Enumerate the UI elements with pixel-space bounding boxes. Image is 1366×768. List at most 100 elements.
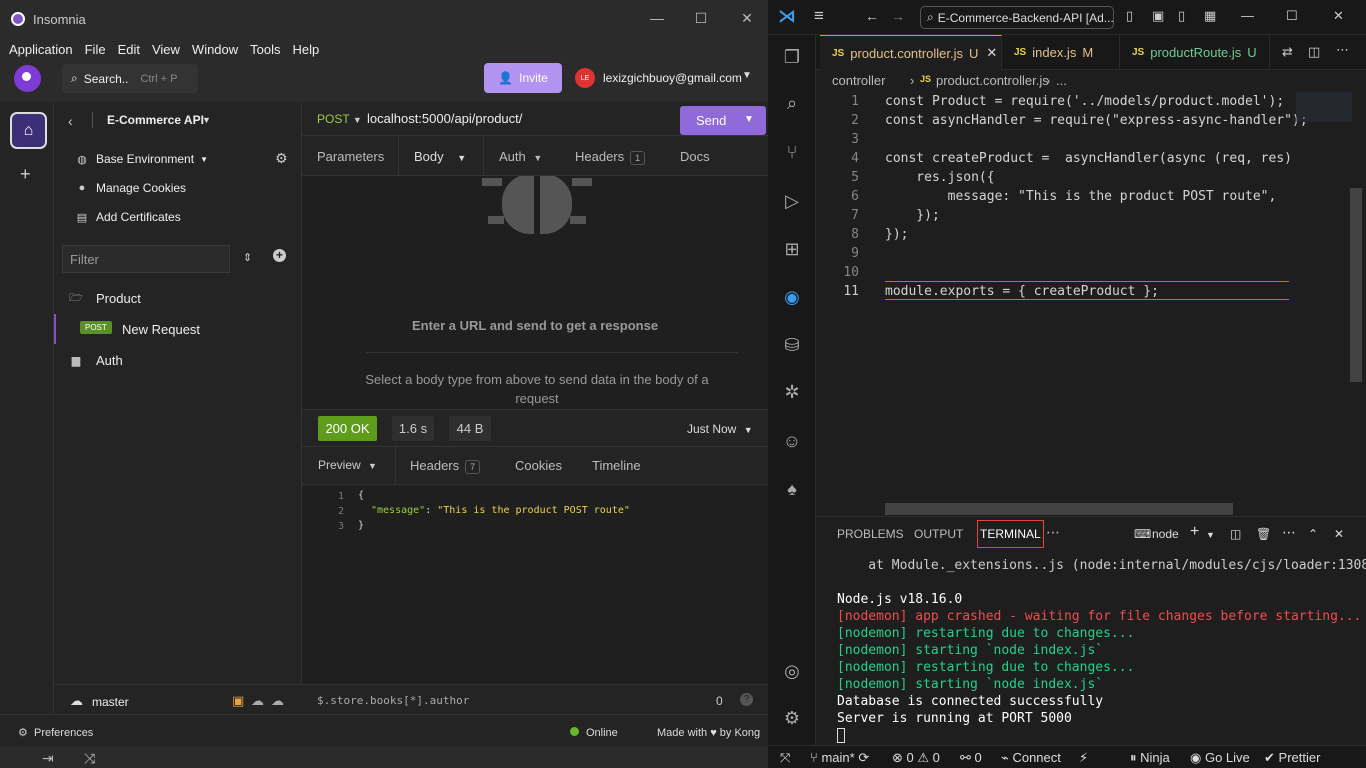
minimap[interactable] — [1296, 92, 1352, 122]
database-icon[interactable]: ⛁ — [780, 335, 804, 359]
customize-layout-icon[interactable]: ▦ — [1204, 8, 1216, 24]
help-icon[interactable]: ? — [740, 693, 753, 706]
terminal-shell-name[interactable]: node — [1152, 527, 1179, 541]
toggle-panel-icon[interactable]: ▣ — [1152, 8, 1164, 24]
back-icon[interactable]: ← — [865, 8, 879, 24]
user-email[interactable]: lexizgichbuoy@gmail.com — [603, 71, 742, 85]
gear-icon[interactable]: ⚙ — [780, 708, 804, 732]
chevron-down-icon[interactable]: ▼ — [202, 115, 211, 125]
send-button[interactable]: Send ▼ — [680, 106, 766, 135]
history-dropdown[interactable]: Just Now ▼ — [687, 422, 753, 436]
add-circle-icon[interactable]: + — [273, 249, 286, 262]
tab-preview[interactable]: Preview ▼ — [318, 458, 377, 472]
menu-icon[interactable]: ≡ — [814, 6, 824, 26]
shuffle-icon[interactable]: ⤨ — [84, 750, 95, 767]
ports-status[interactable]: ⚯ 0 — [960, 750, 982, 766]
maximize-panel-icon[interactable]: ⌃ — [1308, 527, 1318, 541]
extensions-icon[interactable]: ⊞ — [780, 239, 804, 263]
avatar[interactable]: LE — [575, 68, 595, 88]
back-icon[interactable]: ‹ — [68, 113, 73, 129]
check-icon[interactable]: ⚡ — [1079, 750, 1088, 766]
split-editor-icon[interactable]: ◫ — [1308, 44, 1320, 60]
request-item[interactable]: POST New Request — [54, 314, 301, 344]
close-icon[interactable]: ✕ — [986, 45, 997, 61]
problems-status[interactable]: ⊗ 0 ⚠ 0 — [892, 750, 940, 766]
search-icon[interactable]: ⌕ — [780, 93, 804, 117]
breadcrumb-file[interactable]: product.controller.js — [936, 73, 1049, 88]
invite-button[interactable]: 👤 Invite — [484, 63, 562, 93]
home-icon[interactable]: ⌂ — [10, 112, 47, 149]
project-name[interactable]: E-Commerce API — [107, 113, 204, 127]
trash-icon[interactable]: 🗑 — [1256, 527, 1271, 541]
tab-headers[interactable]: Headers 1 — [575, 149, 646, 165]
add-certificates-button[interactable]: ▤ Add Certificates — [76, 210, 181, 224]
response-preview[interactable]: 1 { 2 "message": "This is the product PO… — [302, 485, 768, 684]
maximize-icon[interactable]: ☐ — [691, 10, 711, 27]
connect-status[interactable]: ⌁ Connect — [1001, 750, 1061, 766]
menu-view[interactable]: View — [152, 42, 180, 57]
tab-response-headers[interactable]: Headers 7 — [410, 458, 481, 474]
ninja-status[interactable]: ⏸ Ninja — [1130, 750, 1170, 766]
run-debug-icon[interactable]: ▷ — [780, 191, 804, 215]
tab-product-controller[interactable]: JS product.controller.js U ✕ — [820, 35, 1002, 70]
method-dropdown[interactable]: POST ▼ — [317, 112, 362, 126]
split-terminal-icon[interactable]: ◫ — [1230, 527, 1241, 541]
toggle-secondary-sidebar-icon[interactable]: ▯ — [1178, 8, 1185, 24]
url-input[interactable]: localhost:5000/api/product/ — [367, 111, 522, 126]
compare-icon[interactable]: ⇄ — [1282, 44, 1293, 60]
tab-timeline[interactable]: Timeline — [592, 458, 641, 473]
tab-product-route[interactable]: JS productRoute.js U — [1120, 35, 1270, 70]
command-center-search[interactable]: ⌕ E-Commerce-Backend-API [Ad... — [920, 6, 1114, 29]
folder-product[interactable]: 🗁 Product — [68, 289, 141, 308]
code-editor[interactable]: 1 const Product = require('../models/prod… — [816, 92, 1366, 516]
branch-name[interactable]: master — [92, 695, 129, 709]
menu-file[interactable]: File — [85, 42, 106, 57]
tab-body[interactable]: Body ▼ — [414, 149, 466, 164]
go-live-status[interactable]: ◉ Go Live — [1190, 750, 1250, 766]
chevron-down-icon[interactable]: ▼ — [744, 114, 754, 125]
close-panel-icon[interactable]: ✕ — [1334, 527, 1344, 541]
tab-docs[interactable]: Docs — [680, 149, 710, 164]
close-icon[interactable]: ✕ — [1333, 8, 1344, 24]
tab-output[interactable]: OUTPUT — [914, 527, 963, 541]
live-share-icon[interactable]: ◉ — [780, 287, 804, 311]
menu-application[interactable]: Application — [9, 42, 73, 57]
manage-cookies-button[interactable]: ● Manage Cookies — [76, 181, 186, 195]
tab-parameters[interactable]: Parameters — [317, 149, 384, 164]
account-icon[interactable]: ◎ — [780, 661, 804, 685]
folder-auth[interactable]: ▆ Auth — [68, 353, 123, 368]
breadcrumb-folder[interactable]: controller — [832, 73, 885, 88]
sort-icon[interactable]: ⇕ — [243, 251, 252, 264]
chevron-down-icon[interactable]: ▼ — [742, 70, 752, 81]
menu-edit[interactable]: Edit — [118, 42, 140, 57]
vertical-scrollbar[interactable] — [1350, 188, 1362, 382]
response-filter-input[interactable]: $.store.books[*].author — [317, 694, 469, 707]
cloud-download-icon[interactable]: ☁ — [251, 693, 264, 709]
insomnia-home-logo-icon[interactable] — [14, 65, 41, 92]
tab-cookies[interactable]: Cookies — [515, 458, 562, 473]
breadcrumb-symbol[interactable]: ... — [1056, 73, 1067, 88]
horizontal-scrollbar[interactable] — [885, 503, 1233, 515]
menu-tools[interactable]: Tools — [250, 42, 280, 57]
maximize-icon[interactable]: ☐ — [1286, 8, 1298, 24]
tab-terminal[interactable]: TERMINAL — [977, 520, 1044, 548]
add-terminal-icon[interactable]: + — [1190, 523, 1199, 541]
terminal-shell-icon[interactable]: ⌨ — [1134, 527, 1151, 541]
gear-icon[interactable]: ⚙ — [275, 150, 288, 167]
preferences-button[interactable]: Preferences — [34, 727, 93, 739]
forward-icon[interactable]: → — [891, 8, 905, 24]
more-actions-icon[interactable]: ⋯ — [1336, 42, 1349, 58]
search-button[interactable]: ⌕ Search.. Ctrl + P — [62, 64, 198, 93]
menu-help[interactable]: Help — [293, 42, 320, 57]
chevron-down-icon[interactable]: ▼ — [1206, 530, 1215, 540]
prettier-status[interactable]: ✔ Prettier — [1264, 750, 1320, 766]
copilot-icon[interactable]: ☺ — [780, 431, 804, 455]
remote-icon[interactable]: ⤧ — [780, 750, 790, 766]
branch-status[interactable]: ⑂ main* ⟳ — [810, 750, 869, 766]
minimize-icon[interactable]: — — [1241, 8, 1254, 23]
tab-problems[interactable]: PROBLEMS — [837, 527, 904, 541]
minimize-icon[interactable]: — — [647, 10, 667, 26]
more-icon[interactable]: ⋯ — [1046, 524, 1060, 541]
explorer-icon[interactable]: ❐ — [780, 47, 804, 71]
base-environment[interactable]: ◍ Base Environment ▼ — [76, 152, 208, 166]
